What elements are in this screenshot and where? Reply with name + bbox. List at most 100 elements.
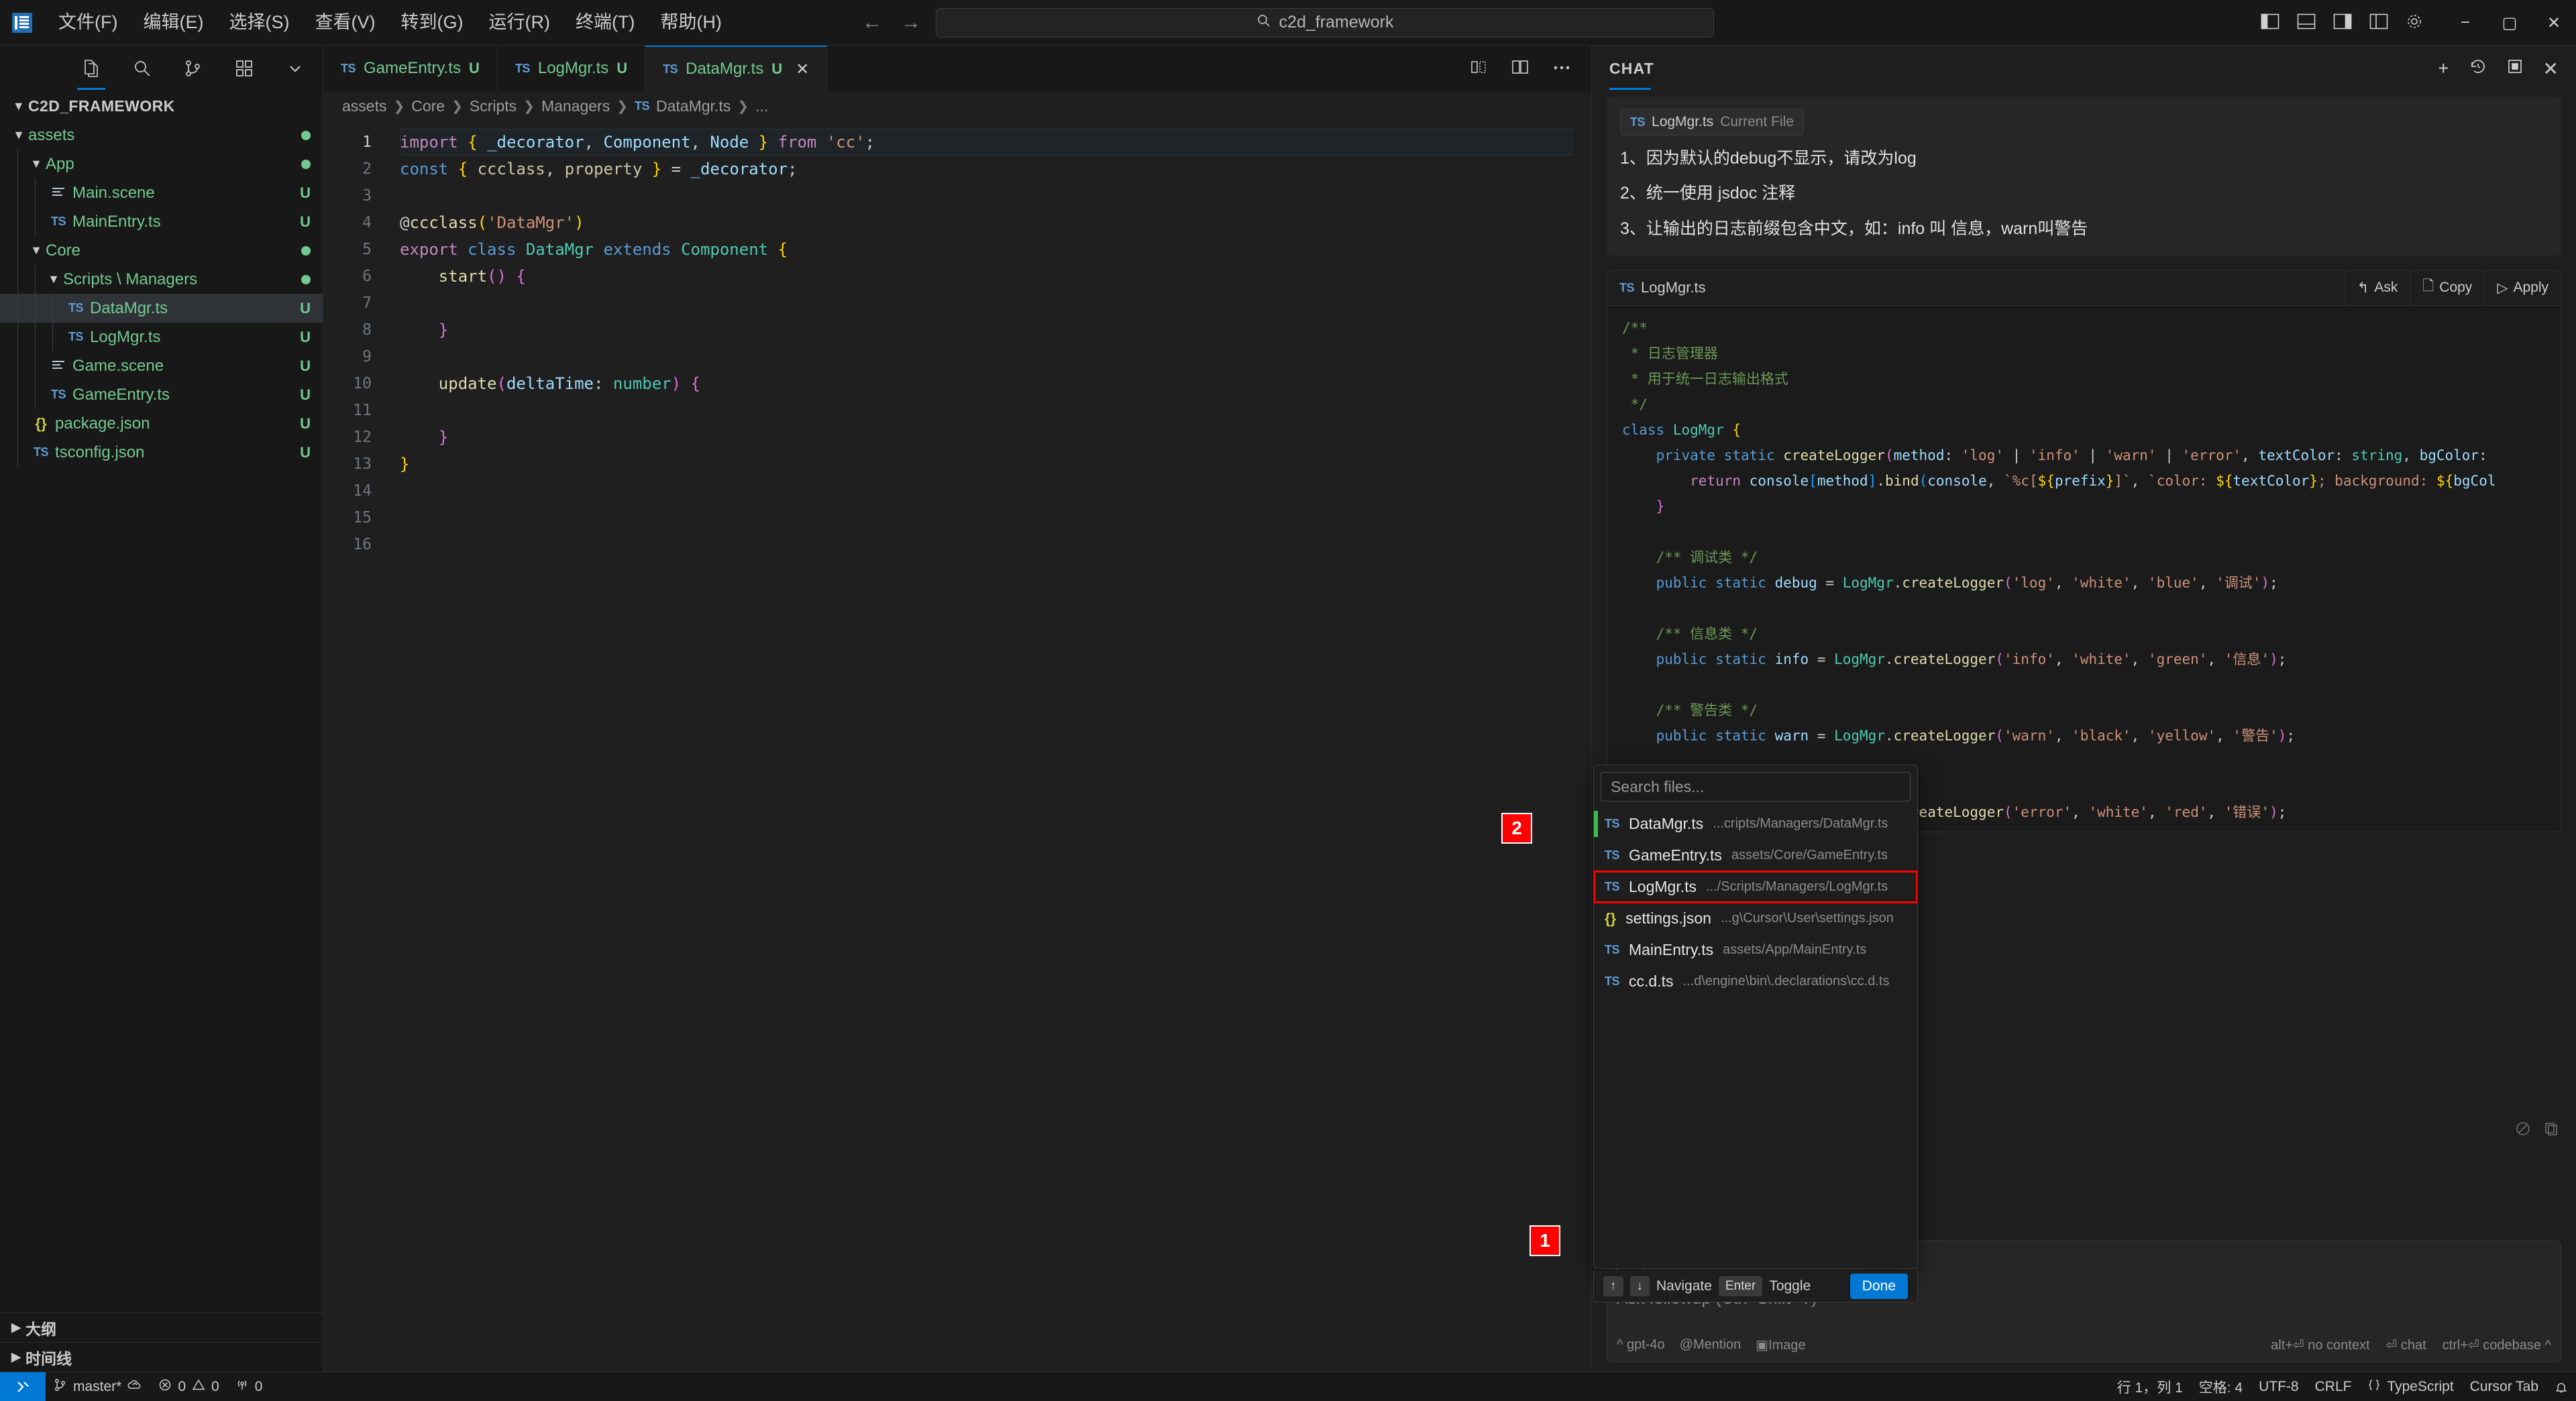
breadcrumb-item[interactable]: ... xyxy=(755,97,768,115)
file-type-icon: TS xyxy=(27,445,55,459)
tree-item-main-scene[interactable]: Main.scene U xyxy=(0,178,323,207)
tree-item-package-json[interactable]: {} package.json U xyxy=(0,409,323,438)
menu-help[interactable]: 帮助(H) xyxy=(647,7,734,37)
tree-item-app[interactable]: ▼ App xyxy=(0,150,323,178)
open-changes-icon[interactable] xyxy=(1511,58,1529,79)
editor-scrollbar[interactable] xyxy=(1574,121,1591,1371)
tree-item-logmgr-ts[interactable]: TS LogMgr.ts U xyxy=(0,323,323,351)
editor-tab-datamgr-ts[interactable]: TS DataMgr.ts U ✕ xyxy=(645,46,828,91)
customize-layout-icon[interactable] xyxy=(2369,13,2388,34)
quick-input-search-box[interactable]: c2d_framework xyxy=(936,7,1714,38)
sidebar-section-timeline[interactable]: ▶ 时间线 xyxy=(0,1342,323,1371)
apply-button[interactable]: ▷ Apply xyxy=(2484,270,2561,306)
status-cursor-position[interactable]: 行 1，列 1 xyxy=(2109,1372,2191,1401)
status-problems[interactable]: 0 0 xyxy=(150,1372,227,1401)
window-maximize-button[interactable]: ▢ xyxy=(2487,0,2532,46)
arrow-up-key[interactable]: ↑ xyxy=(1603,1276,1623,1296)
tree-item-scripts-managers[interactable]: ▼ Scripts \ Managers xyxy=(0,265,323,294)
quick-pick-row-datamgr-ts[interactable]: TS DataMgr.ts ...cripts/Managers/DataMgr.t… xyxy=(1594,808,1917,840)
editor-tab-gameentry-ts[interactable]: TS GameEntry.ts U xyxy=(323,46,498,91)
image-icon: ▣ xyxy=(1756,1338,1769,1353)
editor-tab-logmgr-ts[interactable]: TS LogMgr.ts U xyxy=(497,46,646,91)
explorer-icon[interactable] xyxy=(76,53,107,90)
menu-select[interactable]: 选择(S) xyxy=(216,7,302,37)
close-panel-icon[interactable]: ✕ xyxy=(2543,58,2559,80)
settings-gear-icon[interactable] xyxy=(2406,13,2423,34)
code-content[interactable]: import { _decorator, Component, Node } f… xyxy=(381,121,1591,1371)
quick-pick-row-mainentry-ts[interactable]: TS MainEntry.ts assets/App/MainEntry.ts xyxy=(1594,934,1917,966)
image-button[interactable]: ▣Image xyxy=(1756,1337,1806,1353)
tree-item-datamgr-ts[interactable]: TS DataMgr.ts U xyxy=(0,294,323,323)
source-control-icon[interactable] xyxy=(178,53,209,84)
expand-chat-icon[interactable] xyxy=(2507,58,2523,79)
breadcrumb-item[interactable]: Managers xyxy=(541,97,610,115)
quick-pick-row-settings-json[interactable]: {} settings.json ...g\Cursor\User\settings… xyxy=(1594,903,1917,934)
quick-pick-row-gameentry-ts[interactable]: TS GameEntry.ts assets/Core/GameEntry.ts xyxy=(1594,840,1917,871)
tree-item-mainentry-ts[interactable]: TS MainEntry.ts U xyxy=(0,207,323,236)
editor-tab-badge: U xyxy=(616,60,628,76)
bell-icon[interactable] xyxy=(2546,1372,2576,1401)
split-editor-icon[interactable] xyxy=(1469,58,1488,79)
status-encoding[interactable]: UTF-8 xyxy=(2251,1372,2307,1401)
remote-window-icon[interactable] xyxy=(0,1371,46,1401)
editor-tab-label: DataMgr.ts xyxy=(686,60,764,78)
sidebar-section-outline[interactable]: ▶ 大纲 xyxy=(0,1312,323,1342)
sync-cloud-icon[interactable] xyxy=(127,1379,142,1395)
code-editor[interactable]: 1 2 3 4 5 6 7 8 9 10 11 12 13 14 15 16 import { _decora… xyxy=(323,121,1591,1371)
status-indentation[interactable]: 空格: 4 xyxy=(2191,1372,2251,1401)
tree-item-game-scene[interactable]: Game.scene U xyxy=(0,351,323,380)
menu-file[interactable]: 文件(F) xyxy=(46,7,130,37)
status-eol[interactable]: CRLF xyxy=(2307,1372,2360,1401)
mention-button[interactable]: @Mention xyxy=(1680,1337,1741,1353)
feedback-icon[interactable] xyxy=(2516,1121,2530,1140)
tree-item-tsconfig-json[interactable]: TS tsconfig.json U xyxy=(0,438,323,467)
arrow-down-key[interactable]: ↓ xyxy=(1629,1276,1650,1296)
hint-codebase[interactable]: ctrl+⏎ codebase ^ xyxy=(2443,1337,2551,1353)
breadcrumb-item[interactable]: Core xyxy=(411,97,445,115)
tree-item-core[interactable]: ▼ Core xyxy=(0,236,323,265)
status-cursor-tab[interactable]: Cursor Tab xyxy=(2462,1372,2546,1401)
arrow-right-icon[interactable]: → xyxy=(901,12,921,33)
more-actions-icon[interactable] xyxy=(1552,62,1571,74)
toggle-panel-icon[interactable] xyxy=(2297,13,2316,34)
done-button[interactable]: Done xyxy=(1849,1273,1908,1299)
quick-pick-search-input[interactable]: Search files... xyxy=(1601,772,1911,801)
typescript-file-icon: TS xyxy=(1619,280,1635,294)
tree-item-gameentry-ts[interactable]: TS GameEntry.ts U xyxy=(0,380,323,409)
breadcrumb-item[interactable]: DataMgr.ts xyxy=(656,97,731,115)
history-icon[interactable] xyxy=(2469,58,2487,80)
extensions-icon[interactable] xyxy=(229,53,260,84)
toggle-secondary-sidebar-icon[interactable] xyxy=(2333,13,2352,34)
copy-button[interactable]: 🗋 Copy xyxy=(2410,270,2484,306)
new-chat-icon[interactable]: + xyxy=(2438,58,2449,79)
menu-terminal[interactable]: 终端(T) xyxy=(563,7,647,37)
ask-button[interactable]: ↰ Ask xyxy=(2344,270,2410,306)
arrow-left-icon[interactable]: ← xyxy=(862,12,882,33)
quick-pick-row-cc-d-ts[interactable]: TS cc.d.ts ...d\engine\bin\.declarations\c… xyxy=(1594,966,1917,997)
breadcrumb-item[interactable]: assets xyxy=(342,97,386,115)
quick-pick-row-logmgr-ts[interactable]: TS LogMgr.ts .../Scripts/Managers/LogMgr.t… xyxy=(1594,871,1917,903)
menu-view[interactable]: 查看(V) xyxy=(302,7,388,37)
status-language-mode[interactable]: TypeScript xyxy=(2359,1372,2461,1401)
context-chip[interactable]: TS LogMgr.ts Current File xyxy=(1620,109,1804,135)
model-selector[interactable]: ^ gpt-4o xyxy=(1617,1337,1665,1353)
close-icon[interactable]: ✕ xyxy=(796,60,809,79)
quick-pick-file-path: ...cripts/Managers/DataMgr.ts xyxy=(1713,816,1888,831)
search-icon[interactable] xyxy=(127,53,158,84)
menu-edit[interactable]: 编辑(E) xyxy=(130,7,216,37)
window-close-button[interactable]: ✕ xyxy=(2532,0,2576,46)
toggle-primary-sidebar-icon[interactable] xyxy=(2261,13,2279,34)
breadcrumb-item[interactable]: Scripts xyxy=(470,97,517,115)
hint-chat: ⏎ chat xyxy=(2385,1338,2426,1353)
menu-go[interactable]: 转到(G) xyxy=(388,7,476,37)
toggle-label: Toggle xyxy=(1769,1278,1811,1294)
workspace-root-row[interactable]: ▼ C2D_FRAMEWORK xyxy=(0,91,323,121)
more-views-icon[interactable] xyxy=(280,53,311,84)
status-ports[interactable]: 0 xyxy=(227,1372,271,1401)
menu-run[interactable]: 运行(R) xyxy=(476,7,562,37)
window-minimize-button[interactable]: − xyxy=(2443,0,2487,46)
tree-item-assets[interactable]: ▼ assets xyxy=(0,121,323,150)
enter-key[interactable]: Enter xyxy=(1718,1276,1763,1296)
status-branch[interactable]: master* xyxy=(46,1372,150,1401)
copy-all-icon[interactable] xyxy=(2544,1121,2559,1140)
